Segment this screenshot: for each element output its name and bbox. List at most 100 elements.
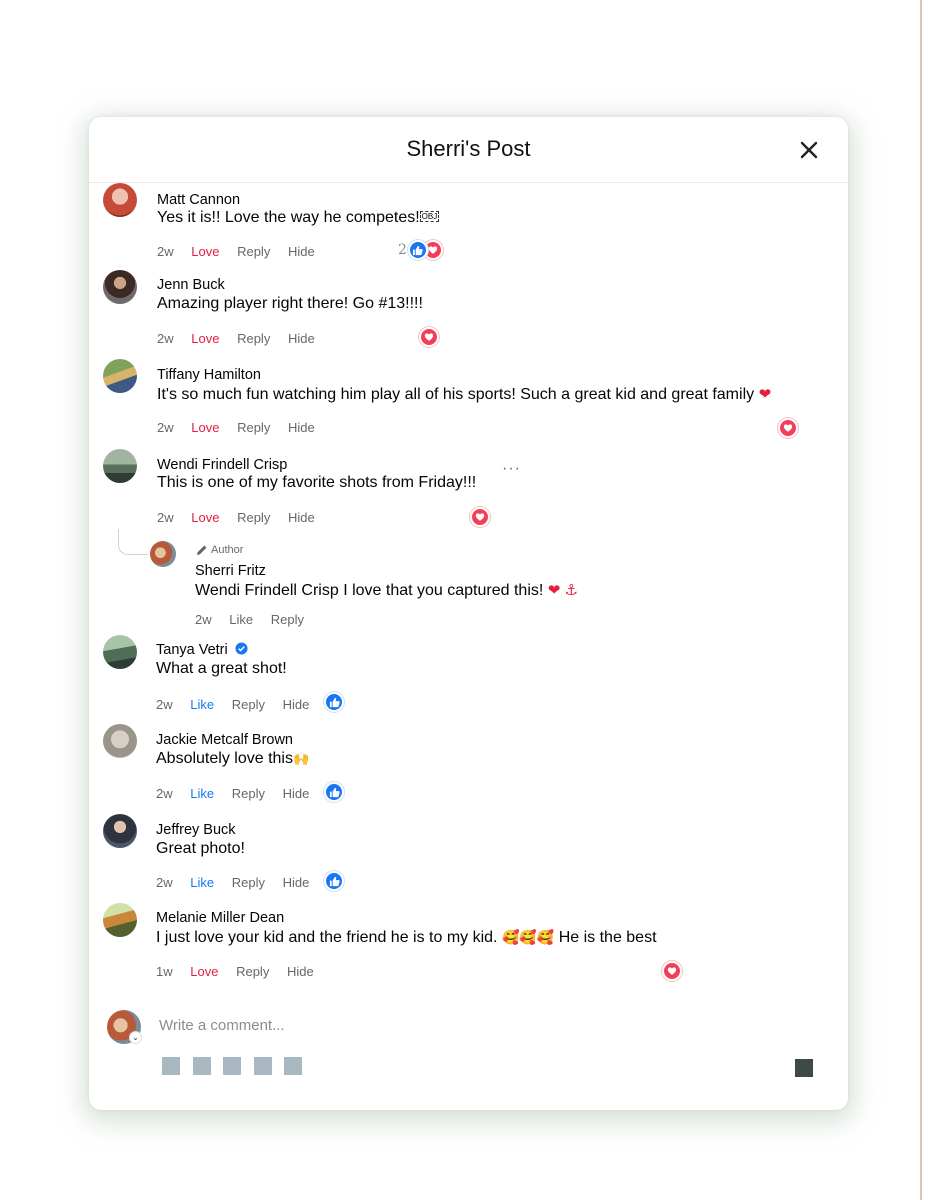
like-button[interactable]: Like — [229, 612, 253, 627]
like-reaction-icon — [324, 692, 344, 712]
hide-button[interactable]: Hide — [288, 420, 315, 435]
avatar[interactable] — [150, 541, 176, 567]
camera-icon[interactable] — [223, 1057, 241, 1075]
reaction-summary[interactable] — [778, 418, 798, 438]
comment-text: Great photo! — [156, 840, 245, 857]
reply-button[interactable]: Reply — [232, 697, 265, 712]
obj-placeholder: OBJ — [419, 211, 440, 222]
hide-button[interactable]: Hide — [288, 331, 315, 346]
heart-emoji: ❤ — [758, 386, 772, 403]
comment-time: 2w — [156, 697, 173, 712]
author-badge: Author — [196, 544, 243, 556]
comment-author[interactable]: Sherri Fritz — [195, 563, 266, 579]
avatar[interactable] — [103, 814, 137, 848]
reply-button[interactable]: Reply — [237, 510, 270, 525]
verified-badge-icon — [235, 642, 248, 655]
avatar[interactable] — [103, 724, 137, 758]
reply-button[interactable]: Reply — [237, 331, 270, 346]
comment-actions: 2w Love Reply Hide — [157, 331, 329, 346]
love-button[interactable]: Love — [191, 420, 219, 435]
comment-text: Amazing player right there! Go #13!!!! — [157, 295, 423, 312]
comment-text: Yes it is!! Love the way he competes! OBJ — [157, 209, 440, 226]
reaction-summary[interactable] — [324, 782, 344, 802]
like-button[interactable]: Like — [190, 875, 214, 890]
reaction-summary[interactable]: 2 — [398, 240, 443, 260]
hide-button[interactable]: Hide — [288, 244, 315, 259]
comment-text: This is one of my favorite shots from Fr… — [157, 474, 477, 491]
love-button[interactable]: Love — [191, 331, 219, 346]
reply-button[interactable]: Reply — [232, 875, 265, 890]
avatar[interactable] — [103, 449, 137, 483]
hide-button[interactable]: Hide — [283, 786, 310, 801]
comment-time: 2w — [156, 786, 173, 801]
love-reaction-icon — [662, 961, 682, 981]
hide-button[interactable]: Hide — [288, 510, 315, 525]
comment-text: What a great shot! — [156, 660, 287, 677]
reply-button[interactable]: Reply — [237, 420, 270, 435]
comment-text: Absolutely love this🙌 — [156, 750, 310, 767]
avatar[interactable] — [103, 270, 137, 304]
emoji-icon[interactable] — [193, 1057, 211, 1075]
hide-button[interactable]: Hide — [283, 875, 310, 890]
comment-author[interactable]: Jenn Buck — [157, 277, 225, 293]
comment-text: I just love your kid and the friend he i… — [156, 929, 657, 946]
avatar[interactable] — [103, 903, 137, 937]
reaction-summary[interactable] — [324, 871, 344, 891]
avatar[interactable] — [103, 183, 137, 217]
like-button[interactable]: Like — [190, 786, 214, 801]
comment-actions: 2w Love Reply Hide — [157, 510, 329, 525]
comment-actions: 2w Like Reply Hide — [156, 697, 323, 712]
comment-actions: 2w Like Reply — [195, 612, 318, 627]
comment-author[interactable]: Wendi Frindell Crisp — [157, 457, 287, 473]
reaction-summary[interactable] — [662, 961, 682, 981]
avatar[interactable] — [103, 635, 137, 669]
reply-button[interactable]: Reply — [237, 244, 270, 259]
gif-icon[interactable] — [254, 1057, 272, 1075]
reaction-summary[interactable] — [470, 507, 490, 527]
reaction-count: 2 — [398, 242, 407, 258]
avatar-sticker-icon[interactable] — [162, 1057, 180, 1075]
love-reaction-icon — [470, 507, 490, 527]
heart-anchor-emoji: ❤ ⚓ — [547, 582, 578, 599]
comment-author[interactable]: Jackie Metcalf Brown — [156, 732, 293, 748]
reaction-summary[interactable] — [324, 692, 344, 712]
comment-input[interactable] — [159, 1017, 779, 1034]
pencil-icon — [197, 545, 207, 555]
avatar[interactable] — [103, 359, 137, 393]
reaction-summary[interactable] — [419, 327, 439, 347]
comment-author[interactable]: Melanie Miller Dean — [156, 910, 284, 926]
smiling-hearts-emoji: 🥰🥰🥰 — [501, 929, 555, 945]
love-button[interactable]: Love — [190, 964, 218, 979]
comment-actions: 2w Like Reply Hide — [156, 786, 323, 801]
comment-time: 2w — [195, 612, 212, 627]
comment-time: 2w — [157, 510, 174, 525]
like-reaction-icon — [324, 871, 344, 891]
love-button[interactable]: Love — [191, 244, 219, 259]
reply-button[interactable]: Reply — [236, 964, 269, 979]
comment-actions: 2w Love Reply Hide — [157, 244, 329, 259]
comment-time: 2w — [157, 331, 174, 346]
comment-author[interactable]: Tiffany Hamilton — [157, 367, 261, 383]
hide-button[interactable]: Hide — [287, 964, 314, 979]
reply-button[interactable]: Reply — [271, 612, 304, 627]
comment-list[interactable]: Matt Cannon Yes it is!! Love the way he … — [89, 117, 848, 997]
love-reaction-icon — [419, 327, 439, 347]
hide-button[interactable]: Hide — [283, 697, 310, 712]
post-modal: Sherri's Post Matt Cannon Yes it is!! Lo… — [89, 117, 848, 1110]
love-button[interactable]: Love — [191, 510, 219, 525]
like-button[interactable]: Like — [190, 697, 214, 712]
comment-author[interactable]: Jeffrey Buck — [156, 822, 236, 838]
comment-author[interactable]: Matt Cannon — [157, 192, 240, 208]
sticker-icon[interactable] — [284, 1057, 302, 1075]
comment-actions: 2w Love Reply Hide — [157, 420, 329, 435]
reply-button[interactable]: Reply — [232, 786, 265, 801]
comment-actions: 2w Like Reply Hide — [156, 875, 323, 890]
like-reaction-icon — [407, 240, 428, 260]
mention-link[interactable]: Wendi Frindell Crisp — [195, 582, 339, 599]
profile-switch-chevron-icon[interactable]: ⌄ — [129, 1031, 142, 1044]
more-options-button[interactable]: ··· — [502, 460, 521, 478]
comment-author[interactable]: Tanya Vetri — [156, 642, 248, 658]
like-reaction-icon — [324, 782, 344, 802]
send-icon[interactable] — [795, 1059, 813, 1077]
comment-text: It's so much fun watching him play all o… — [157, 386, 772, 403]
